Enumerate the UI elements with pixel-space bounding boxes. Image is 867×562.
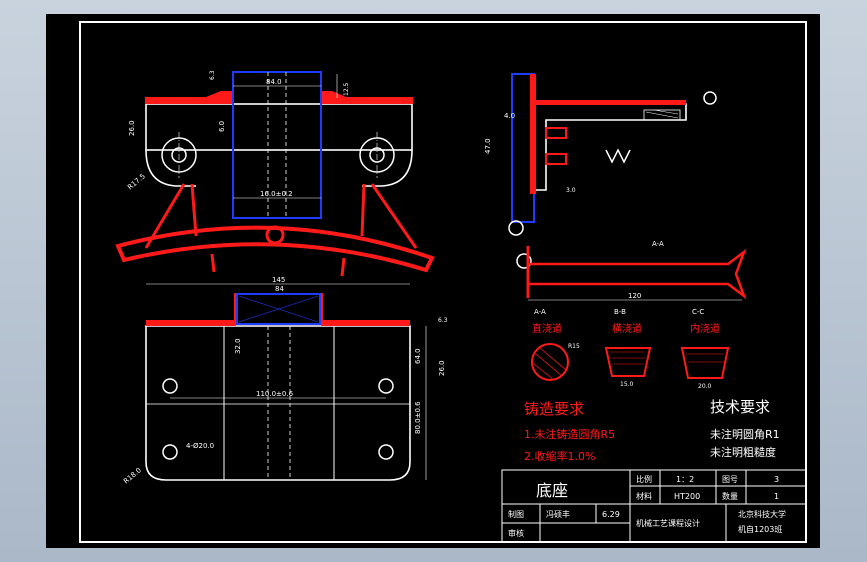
side-sprue-circle xyxy=(508,220,524,236)
part-name: 底座 xyxy=(536,481,568,500)
front-top-left-allowance xyxy=(145,91,233,104)
casting-note-2: 2.收缩率1.0% xyxy=(524,449,595,463)
plan-hole-3 xyxy=(162,444,178,460)
cad-viewport[interactable]: 84.0 16.0±0.2 26.0 6.0 R17.5 12.5 6.3 14… xyxy=(46,14,820,548)
side-dim-h1: 47.0 xyxy=(484,138,492,154)
section-a-label: A-A xyxy=(534,308,546,316)
title-block-text: 底座 比例 1：2 图号 3 材料 HT200 数量 1 制图 冯硕丰 6.29… xyxy=(508,474,786,538)
casting-note-1: 1.未注铸造圆角R5 xyxy=(524,427,615,441)
plan-core-hatch xyxy=(238,295,319,323)
drawn-date: 6.29 xyxy=(602,510,620,519)
side-runner xyxy=(528,248,747,300)
plan-dim-width: 145 xyxy=(272,276,285,284)
front-body xyxy=(145,103,413,151)
gating-left-inner-gate xyxy=(190,183,198,237)
casting-title: 铸造要求 xyxy=(524,400,584,418)
plan-dim-h2: 80.0±0.6 xyxy=(414,401,422,434)
front-dim-left-h: 26.0 xyxy=(128,120,136,136)
plan-dim-corner: R18.0 xyxy=(122,466,143,485)
side-allowance-left xyxy=(530,74,536,194)
gating-runner xyxy=(115,225,435,273)
section-c-name: 内浇道 xyxy=(690,322,720,335)
side-view: 120 47.0 4.0 3.0 A-A xyxy=(484,73,747,301)
side-section-mark: A-A xyxy=(652,240,664,248)
front-left-lug xyxy=(145,149,196,187)
section-b-dim: 15.0 xyxy=(620,381,634,388)
school-name: 北京科技大学 xyxy=(738,509,786,519)
section-c-hatch xyxy=(686,353,724,363)
gating-right-gate xyxy=(370,183,418,249)
drawn-name: 冯硕丰 xyxy=(546,509,570,519)
side-dim-bottom: 120 xyxy=(628,292,641,300)
side-break-line xyxy=(605,148,631,164)
section-c-dim: 20.0 xyxy=(698,383,712,390)
gating-right-inner-gate xyxy=(360,183,366,237)
front-top-right-allowance xyxy=(321,91,413,104)
quantity-value: 1 xyxy=(774,492,779,501)
plan-dim-h1: 32.0 xyxy=(234,338,242,354)
notes: 铸造要求 1.未注铸造圆角R5 2.收缩率1.0% 技术要求 未注明圆角R1 未… xyxy=(524,398,780,463)
front-dim-radius: R17.5 xyxy=(126,172,147,191)
plan-hole-1 xyxy=(162,378,178,394)
material-value: HT200 xyxy=(674,492,700,501)
plan-dim-span: 110.0±0.6 xyxy=(256,390,294,398)
tech-note-1: 未注明圆角R1 xyxy=(710,427,780,441)
plan-hole-4 xyxy=(378,444,394,460)
drawn-label: 制图 xyxy=(508,509,524,519)
front-dim-inner: 6.0 xyxy=(218,121,226,132)
side-dim-h2: 4.0 xyxy=(504,112,515,120)
front-view: 84.0 16.0±0.2 26.0 6.0 R17.5 12.5 6.3 xyxy=(115,70,435,277)
side-gate-1 xyxy=(545,127,567,139)
gating-marker-right xyxy=(340,257,346,277)
tech-title: 技术要求 xyxy=(710,398,770,416)
engineering-drawing: 84.0 16.0±0.2 26.0 6.0 R17.5 12.5 6.3 14… xyxy=(79,21,807,543)
front-dim-mid: 16.0±0.2 xyxy=(260,190,293,198)
section-c-label: C-C xyxy=(692,308,704,316)
front-rough-left: 6.3 xyxy=(209,70,216,80)
plan-view: 145 84 110.0±0.6 32.0 64.0 80.0±0.6 26.0… xyxy=(122,276,448,486)
plan-dim-h3: 64.0 xyxy=(414,348,422,364)
plan-allowance-right xyxy=(322,320,410,326)
gating-sections: A-A B-B C-C 直浇道 横浇道 内浇道 R15 15.0 20.0 xyxy=(531,308,730,390)
scale-value: 1：2 xyxy=(676,475,694,484)
course-name: 机械工艺课程设计 xyxy=(636,518,700,528)
side-datum-circle xyxy=(703,91,717,105)
plan-hole-2 xyxy=(378,378,394,394)
scale-label: 比例 xyxy=(636,474,652,484)
side-body xyxy=(530,103,687,191)
plan-outline xyxy=(145,325,411,481)
section-a-shape xyxy=(531,343,569,381)
plan-dim-inner: 84 xyxy=(275,285,284,293)
plan-allowance-left xyxy=(146,320,236,326)
class-name: 机自1203班 xyxy=(738,524,782,534)
side-gate-2 xyxy=(545,153,567,165)
gating-marker-left xyxy=(210,253,216,273)
material-label: 材料 xyxy=(636,491,652,501)
section-b-hatch xyxy=(610,351,646,365)
side-pad-hatch xyxy=(645,109,679,119)
plan-dim-h2b: 26.0 xyxy=(438,360,446,376)
drawing-no-value: 3 xyxy=(774,475,779,484)
section-b-label: B-B xyxy=(614,308,626,316)
drawing-no-label: 图号 xyxy=(722,475,738,484)
front-rough-right: 12.5 xyxy=(343,82,350,96)
plan-rough: 6.3 xyxy=(438,317,448,324)
quantity-label: 数量 xyxy=(722,491,738,501)
side-dim-small: 3.0 xyxy=(566,187,576,194)
front-dim-top: 84.0 xyxy=(266,78,282,86)
plan-dim-holes: 4-Ø20.0 xyxy=(186,442,214,450)
section-a-name: 直浇道 xyxy=(532,322,562,335)
checked-label: 审核 xyxy=(508,528,524,538)
section-a-dim: R15 xyxy=(568,343,580,350)
tech-note-2: 未注明粗糙度 xyxy=(710,445,776,459)
gating-left-gate xyxy=(144,183,186,249)
section-c-shape xyxy=(680,347,730,379)
section-b-name: 横浇道 xyxy=(612,322,642,335)
side-allowance-top xyxy=(530,100,686,105)
